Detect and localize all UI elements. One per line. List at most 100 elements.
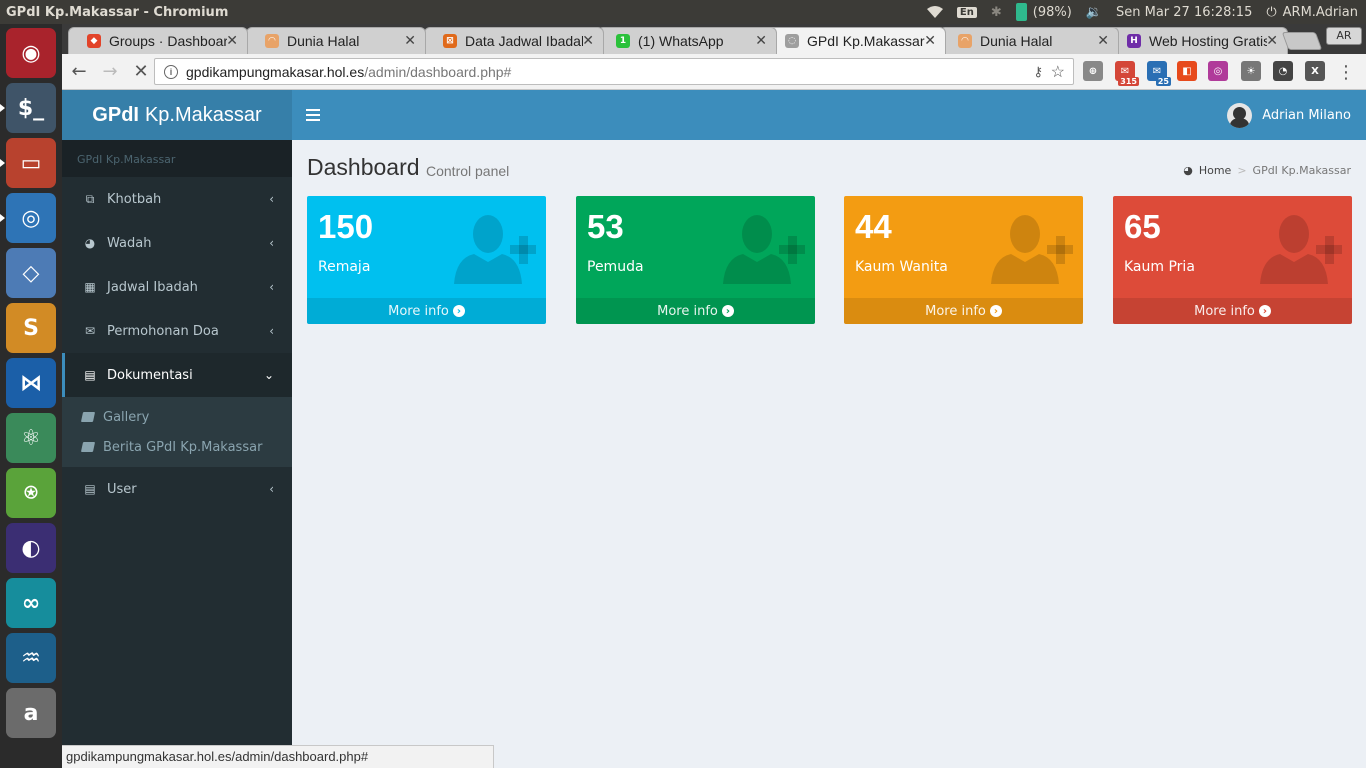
- browser-tab[interactable]: ⊠ Data Jadwal Ibadah ✕: [424, 27, 604, 54]
- sidebar-item-label: Wadah: [107, 235, 152, 251]
- submenu-item[interactable]: Gallery: [62, 402, 292, 432]
- stat-box: 65 Kaum Pria More info ›: [1113, 196, 1352, 324]
- launcher-virtualbox-icon[interactable]: ◇: [6, 248, 56, 298]
- sidebar-item-label: Khotbah: [107, 191, 162, 207]
- forward-button[interactable]: →: [96, 58, 124, 86]
- bookmark-star-icon[interactable]: ☆: [1051, 62, 1065, 82]
- stat-label: Kaum Wanita: [855, 259, 948, 275]
- brand-logo[interactable]: GPdI Kp.Makassar: [62, 90, 292, 140]
- chevron-left-icon: ‹: [269, 280, 274, 294]
- launcher-ubuntu-dash-icon[interactable]: ◉: [6, 28, 56, 78]
- sidebar-item-khotbah[interactable]: ⧉ Khotbah ‹: [62, 177, 292, 221]
- browser-tab[interactable]: 1 (1) WhatsApp ✕: [597, 27, 777, 54]
- launcher-terminal-icon[interactable]: $_: [0, 83, 56, 133]
- tab-favicon-icon: H: [1127, 34, 1141, 48]
- launcher-amazon-icon[interactable]: a: [6, 688, 56, 738]
- more-info-link[interactable]: More info ›: [576, 298, 815, 324]
- sidebar-item-user[interactable]: ▤ User ‹: [62, 467, 292, 511]
- tab-close-icon[interactable]: ✕: [924, 33, 936, 49]
- stat-value: 53: [587, 208, 624, 245]
- bluetooth-icon[interactable]: ✱: [991, 5, 1002, 20]
- sidebar-item-jadwal-ibadah[interactable]: ▦ Jadwal Ibadah ‹: [62, 265, 292, 309]
- new-tab-button[interactable]: [1281, 32, 1323, 50]
- user-menu[interactable]: Adrian Milano: [1227, 103, 1351, 128]
- user-plus-icon: [723, 215, 805, 284]
- more-info-link[interactable]: More info ›: [307, 298, 546, 324]
- profile-button[interactable]: AR: [1326, 27, 1362, 45]
- back-button[interactable]: ←: [65, 58, 93, 86]
- stop-loading-button[interactable]: ✕: [127, 58, 155, 86]
- volume-icon[interactable]: 🔉: [1086, 5, 1102, 20]
- sidebar-header: GPdI Kp.Makassar: [62, 140, 292, 177]
- browser-tab[interactable]: ◆ Groups · Dashboard ✕: [68, 27, 248, 54]
- tab-favicon-icon: ◠: [265, 34, 279, 48]
- tab-title: Dunia Halal: [980, 33, 1053, 49]
- pie-chart-icon: ◕: [84, 236, 96, 250]
- battery-indicator[interactable]: (98%): [1015, 3, 1072, 21]
- tab-close-icon[interactable]: ✕: [1097, 33, 1109, 49]
- breadcrumb-home[interactable]: Home: [1199, 164, 1231, 177]
- launcher-atom-icon[interactable]: ⚛: [6, 413, 56, 463]
- arrow-right-icon: →: [102, 61, 118, 82]
- site-info-icon[interactable]: i: [164, 64, 178, 79]
- tab-close-icon[interactable]: ✕: [582, 33, 594, 49]
- browser-tab[interactable]: ◠ Dunia Halal ✕: [246, 27, 426, 54]
- unity-launcher: ◉ $_ ▭ ◎ ◇ S ⋈ ⚛ ⍟ ◐ ∞ ♒ a: [0, 24, 62, 768]
- launcher-eclipse-icon[interactable]: ◐: [6, 523, 56, 573]
- submenu-item-label: Berita GPdI Kp.Makassar: [103, 439, 263, 455]
- tab-close-icon[interactable]: ✕: [226, 33, 238, 49]
- extension-speed-icon[interactable]: ◔: [1273, 61, 1293, 81]
- browser-tab[interactable]: ◌ GPdI Kp.Makassar ✕: [766, 27, 946, 54]
- stat-box: 150 Remaja More info ›: [307, 196, 546, 324]
- tab-close-icon[interactable]: ✕: [755, 33, 767, 49]
- sidebar: GPdI Kp.Makassar ⧉ Khotbah ‹ ◕ Wadah ‹ ▦ Jadwal…: [62, 140, 292, 768]
- launcher-chromium-icon[interactable]: ◎: [0, 193, 56, 243]
- user-plus-icon: [991, 215, 1073, 284]
- launcher-arduino-icon[interactable]: ∞: [6, 578, 56, 628]
- extension-instagram-icon[interactable]: ◎: [1208, 61, 1228, 81]
- page-subtitle: Control panel: [426, 163, 510, 179]
- launcher-mysql-workbench-icon[interactable]: ♒: [6, 633, 56, 683]
- more-info-link[interactable]: More info ›: [844, 298, 1083, 324]
- session-menu[interactable]: ⏻ ARM.Adrian: [1266, 5, 1358, 20]
- tab-favicon-icon: 1: [616, 34, 630, 48]
- address-bar[interactable]: i gpdikampungmakasar.hol.es/admin/dashbo…: [154, 58, 1074, 85]
- copy-icon: ⧉: [85, 191, 95, 206]
- browser-tab[interactable]: ◠ Dunia Halal ✕: [939, 27, 1119, 54]
- submenu-item[interactable]: Berita GPdI Kp.Makassar: [62, 432, 292, 462]
- extension-gmail-icon[interactable]: ✉ 315: [1115, 61, 1139, 86]
- sidebar-item-dokumentasi[interactable]: ▤ Dokumentasi ⌄: [62, 353, 292, 397]
- wifi-icon[interactable]: [926, 6, 943, 18]
- system-tray: En ✱ (98%) 🔉 Sen Mar 27 16:28:15 ⏻ ARM.A…: [926, 3, 1358, 21]
- kebab-menu-icon: ⋮: [1337, 61, 1355, 83]
- browser-toolbar: ← → ✕ i gpdikampungmakasar.hol.es/admin/…: [62, 54, 1366, 90]
- keyboard-layout-indicator[interactable]: En: [956, 6, 977, 18]
- launcher-files-icon[interactable]: ▭: [0, 138, 56, 188]
- sidebar-item-permohonan-doa[interactable]: ✉ Permohonan Doa ‹: [62, 309, 292, 353]
- extension-bulb-icon[interactable]: ☀: [1241, 61, 1261, 81]
- content-header: Dashboard Control panel ◕ Home > GPdI Kp…: [292, 140, 1366, 196]
- extension-x-icon[interactable]: X: [1305, 61, 1325, 81]
- tab-title: GPdI Kp.Makassar: [807, 33, 925, 49]
- extension-mail-icon[interactable]: ✉ 25: [1147, 61, 1171, 86]
- launcher-android-studio-icon[interactable]: ⍟: [6, 468, 56, 518]
- stat-box: 44 Kaum Wanita More info ›: [844, 196, 1083, 324]
- extension-target-icon[interactable]: ⊕: [1083, 61, 1103, 81]
- sidebar-item-wadah[interactable]: ◕ Wadah ‹: [62, 221, 292, 265]
- clock[interactable]: Sen Mar 27 16:28:15: [1116, 5, 1252, 20]
- tab-close-icon[interactable]: ✕: [404, 33, 416, 49]
- tab-close-icon[interactable]: ✕: [1266, 33, 1278, 49]
- stat-label: Kaum Pria: [1124, 259, 1195, 275]
- launcher-sublime-text-icon[interactable]: S: [6, 303, 56, 353]
- battery-icon: [1015, 3, 1027, 21]
- extension-office-icon[interactable]: ◧: [1177, 61, 1197, 81]
- stat-value: 150: [318, 208, 374, 245]
- tab-favicon-icon: ◠: [958, 34, 972, 48]
- more-info-link[interactable]: More info ›: [1113, 298, 1352, 324]
- key-icon[interactable]: ⚷: [1033, 64, 1043, 80]
- menu-button[interactable]: ⋮: [1332, 58, 1360, 86]
- launcher-vscode-icon[interactable]: ⋈: [6, 358, 56, 408]
- browser-tab[interactable]: H Web Hosting Gratis ✕: [1108, 27, 1288, 54]
- sidebar-toggle-icon[interactable]: [306, 106, 320, 124]
- power-icon: ⏻: [1266, 4, 1277, 20]
